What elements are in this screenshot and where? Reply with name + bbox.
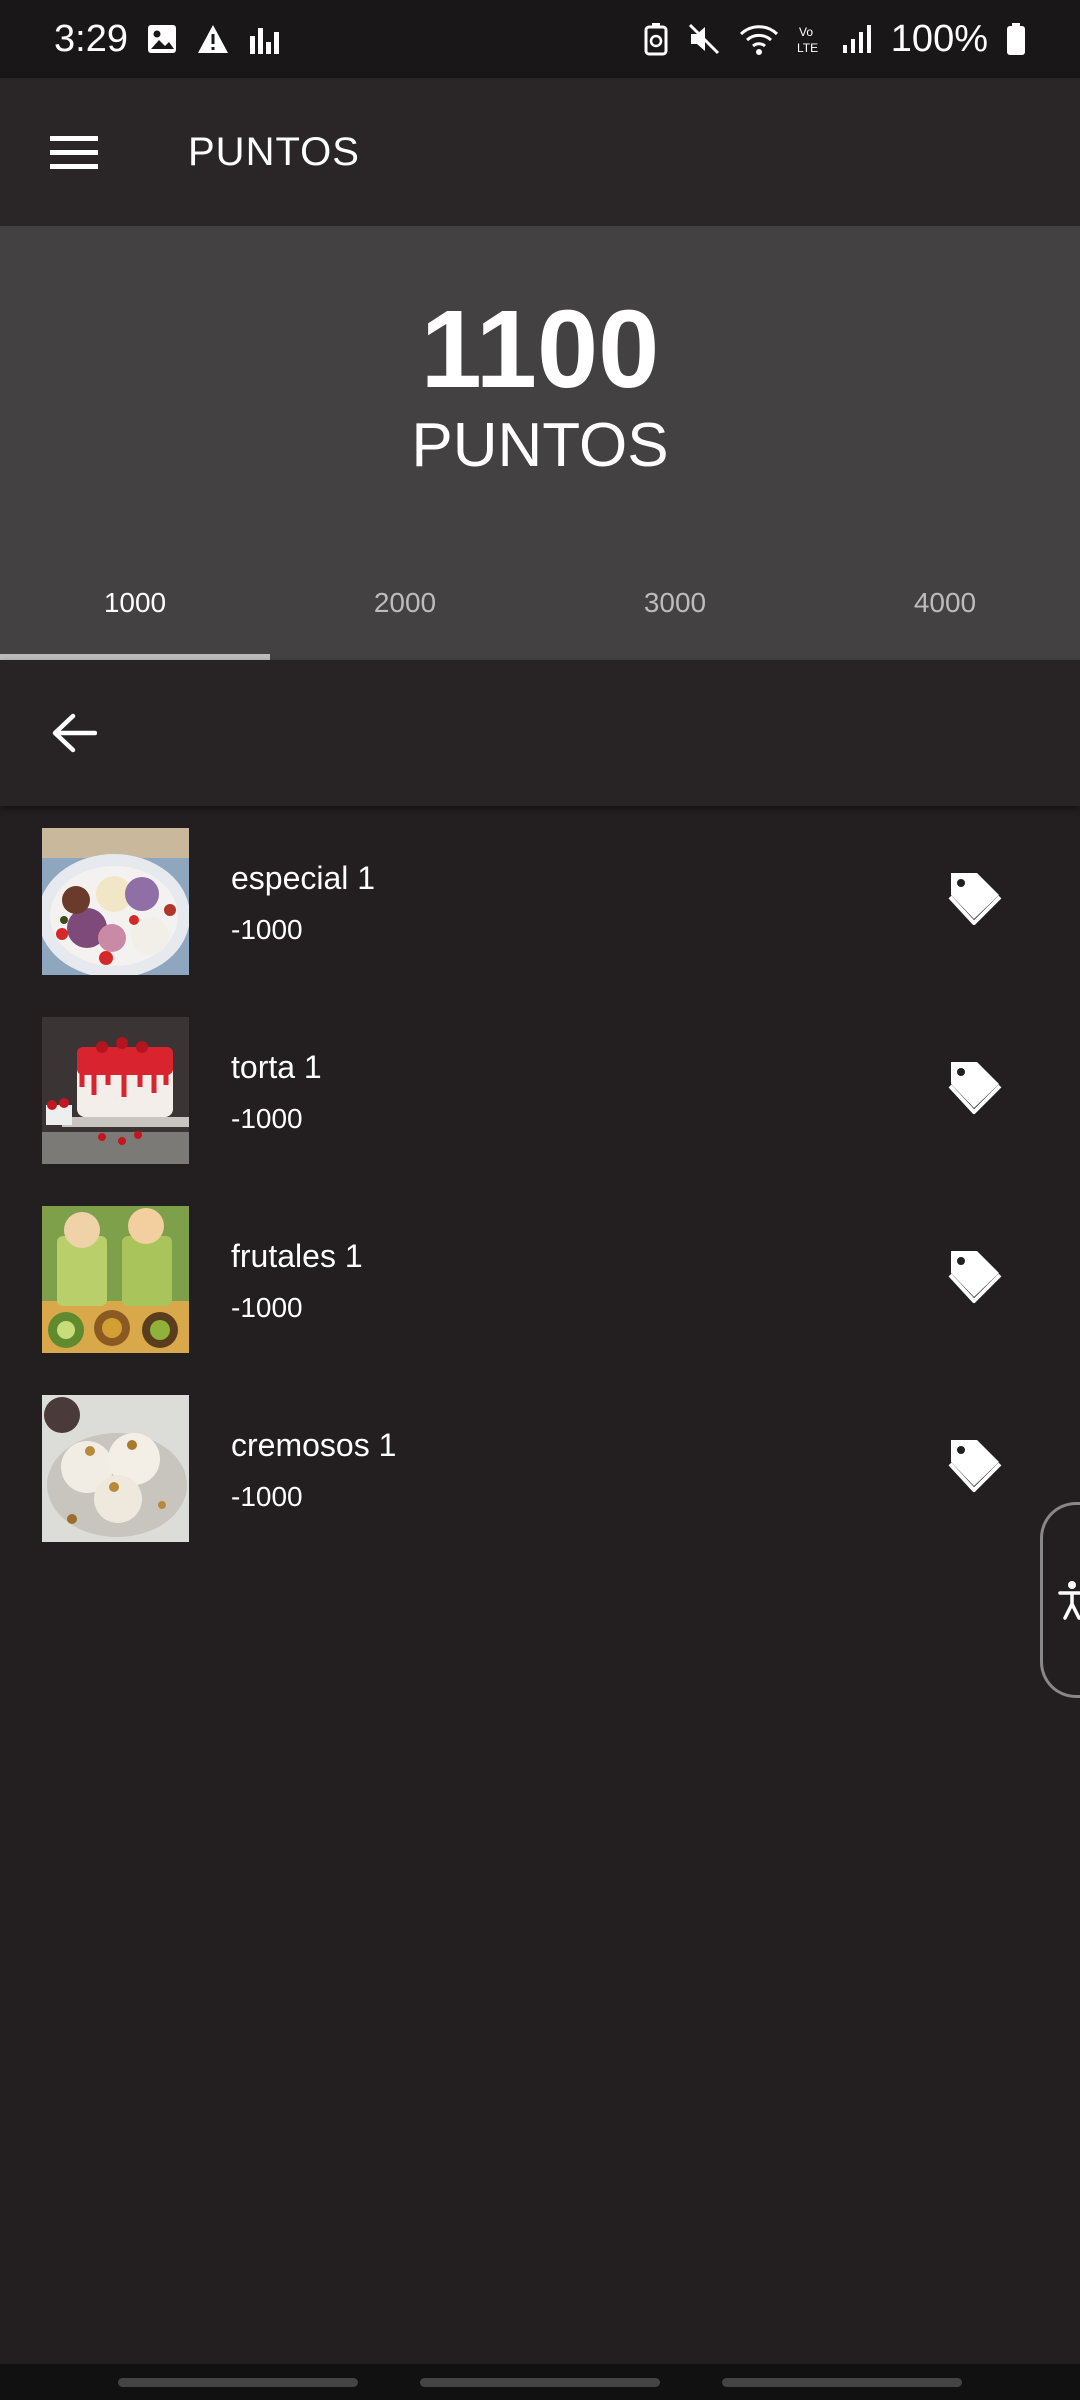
item-name: cremosos 1: [231, 1427, 397, 1463]
mute-icon: [688, 23, 719, 55]
menu-icon: [50, 136, 98, 169]
item-image-ice-cream: [42, 828, 189, 975]
item-image-cake: [42, 1017, 189, 1164]
tab-1000[interactable]: 1000: [0, 546, 270, 660]
item-price: -1000: [231, 914, 303, 945]
nav-home-button[interactable]: [420, 2378, 660, 2387]
item-image-creamy: [42, 1395, 189, 1542]
tags-icon: [948, 873, 1002, 925]
warning-icon: [197, 25, 228, 53]
item-name: frutales 1: [231, 1238, 363, 1274]
app-bar: PUNTOS: [0, 78, 1080, 226]
menu-button[interactable]: [0, 78, 148, 226]
svg-text:LTE: LTE: [797, 41, 818, 55]
item-image-fruits: [42, 1206, 189, 1353]
tab-4000[interactable]: 4000: [810, 546, 1080, 660]
tags-icon: [948, 1062, 1002, 1114]
redeem-button[interactable]: [935, 860, 1015, 940]
tags-icon: [948, 1251, 1002, 1303]
accessibility-button[interactable]: [1040, 1502, 1080, 1698]
wifi-icon: [739, 25, 778, 55]
tab-3000[interactable]: 3000: [540, 546, 810, 660]
points-tabs: 1000 2000 3000 4000: [0, 546, 1080, 660]
system-nav-bar: [0, 2364, 1080, 2400]
tags-icon: [948, 1440, 1002, 1492]
item-price: -1000: [231, 1292, 303, 1323]
list-item[interactable]: frutales 1 -1000: [0, 1194, 1080, 1383]
tab-2000[interactable]: 2000: [270, 546, 540, 660]
stats-icon: [249, 28, 279, 54]
signal-icon: [842, 25, 871, 53]
accessibility-icon: [1057, 1581, 1080, 1620]
arrow-left-icon: [52, 713, 97, 753]
item-price: -1000: [231, 1481, 303, 1512]
page-title: PUNTOS: [188, 129, 360, 174]
battery-percent: 100%: [890, 17, 988, 60]
points-label: PUNTOS: [411, 411, 669, 480]
battery-saver-icon: [644, 23, 668, 56]
list-item[interactable]: torta 1 -1000: [0, 1005, 1080, 1194]
item-name: torta 1: [231, 1049, 322, 1085]
gallery-icon: [147, 25, 176, 53]
redeem-button[interactable]: [935, 1238, 1015, 1318]
list-item[interactable]: especial 1 -1000: [0, 816, 1080, 1005]
item-name: especial 1: [231, 860, 376, 896]
nav-recent-button[interactable]: [118, 2378, 358, 2387]
list-item[interactable]: cremosos 1 -1000: [0, 1383, 1080, 1572]
redeem-button[interactable]: [935, 1427, 1015, 1507]
svg-text:Vo: Vo: [799, 25, 813, 39]
sub-toolbar: [0, 660, 1080, 806]
item-price: -1000: [231, 1103, 303, 1134]
nav-back-button[interactable]: [722, 2378, 962, 2387]
redeem-button[interactable]: [935, 1049, 1015, 1129]
rewards-list: especial 1 -1000 torta 1 -1000 frutales …: [0, 816, 1080, 1572]
points-value: 1100: [420, 288, 660, 411]
points-panel: 1100 PUNTOS 1000 2000 3000 4000: [0, 226, 1080, 660]
volte-icon: Vo LTE: [797, 25, 818, 55]
status-time: 3:29: [54, 17, 128, 60]
battery-icon: [1007, 23, 1025, 55]
back-button[interactable]: [0, 660, 148, 806]
status-bar: 3:29 Vo LTE 100%: [0, 0, 1080, 78]
